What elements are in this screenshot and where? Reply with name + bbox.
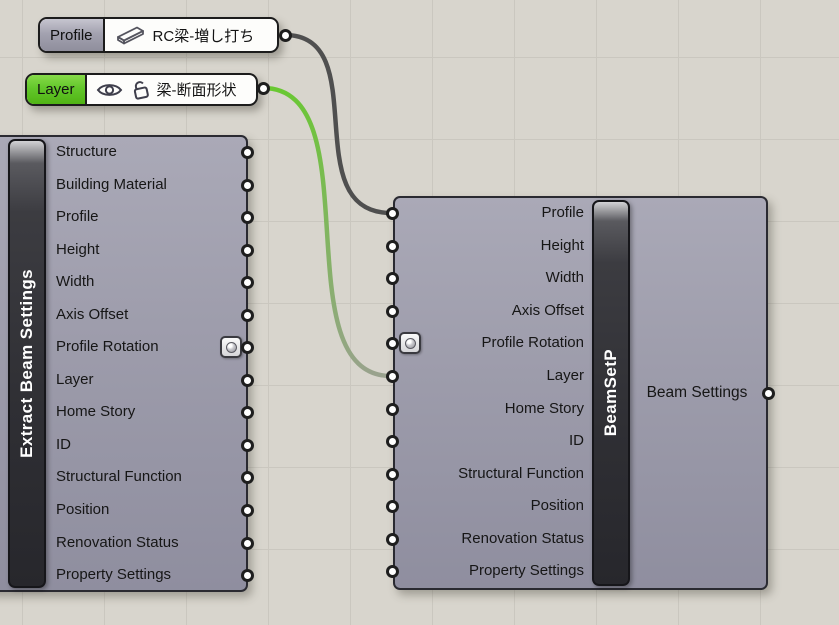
- beam-profile-icon: [116, 26, 144, 45]
- input-port-label: Height: [540, 237, 584, 254]
- param-layer-output-nub[interactable]: [257, 82, 270, 95]
- component-name: Extract Beam Settings: [17, 269, 36, 458]
- input-port-label: Property Settings: [468, 562, 584, 579]
- param-profile-body[interactable]: RC梁-増し打ち: [105, 19, 264, 51]
- output-port-label: Renovation Status: [56, 534, 179, 551]
- output-port-label: Axis Offset: [56, 306, 129, 323]
- input-nub[interactable]: [386, 435, 399, 448]
- component-name: BeamSetP: [601, 349, 620, 437]
- input-port-label: Width: [545, 269, 584, 286]
- component-extract-beam-settings-namebar[interactable]: Extract Beam Settings: [8, 139, 46, 588]
- output-nub[interactable]: [241, 471, 254, 484]
- input-port-label: Renovation Status: [461, 530, 584, 547]
- output-port-label: Position: [56, 501, 110, 518]
- input-port-label: Structural Function: [458, 465, 584, 482]
- unit-dot-icon: [404, 337, 416, 349]
- profile-rotation-unit-button[interactable]: [220, 336, 242, 358]
- profile-wire[interactable]: [282, 32, 394, 216]
- output-nub[interactable]: [241, 341, 254, 354]
- unlock-icon: [133, 81, 149, 100]
- input-port-label: ID: [569, 432, 584, 449]
- param-profile-label[interactable]: Profile: [40, 19, 105, 51]
- param-profile-output-nub[interactable]: [279, 29, 292, 42]
- input-nub[interactable]: [386, 533, 399, 546]
- profile-rotation-unit-button[interactable]: [399, 332, 421, 354]
- output-port-label: Beam Settings: [646, 384, 748, 401]
- output-nub[interactable]: [241, 276, 254, 289]
- output-nub[interactable]: [241, 569, 254, 582]
- output-port-label: Structural Function: [56, 468, 182, 485]
- input-nub[interactable]: [386, 305, 399, 318]
- output-nub[interactable]: [241, 504, 254, 517]
- input-nub[interactable]: [386, 370, 399, 383]
- param-profile[interactable]: Profile RC梁-増し打ち: [38, 17, 279, 53]
- param-profile-value: RC梁-増し打ち: [152, 27, 255, 45]
- input-port-label: Profile Rotation: [481, 334, 584, 351]
- output-port-label: Structure: [56, 143, 117, 160]
- output-port-label: Height: [56, 241, 100, 258]
- output-nub[interactable]: [241, 439, 254, 452]
- input-nub[interactable]: [386, 500, 399, 513]
- output-port-label: Width: [56, 273, 95, 290]
- output-nub[interactable]: [241, 211, 254, 224]
- input-nub[interactable]: [386, 207, 399, 220]
- input-nub[interactable]: [386, 337, 399, 350]
- component-beamsetp-namebar[interactable]: BeamSetP: [592, 200, 630, 586]
- output-port-label: Home Story: [56, 403, 136, 420]
- input-port-label: Axis Offset: [511, 302, 584, 319]
- input-port-label: Profile: [541, 204, 584, 221]
- input-port-label: Layer: [546, 367, 584, 384]
- unit-dot-icon: [225, 341, 237, 353]
- output-nub[interactable]: [241, 309, 254, 322]
- param-layer[interactable]: Layer 梁-断面形状: [25, 73, 258, 106]
- output-nub[interactable]: [241, 146, 254, 159]
- input-nub[interactable]: [386, 240, 399, 253]
- output-nub[interactable]: [762, 387, 775, 400]
- grasshopper-canvas[interactable]: Profile RC梁-増し打ち Layer 梁-断面形状 Extract Be…: [0, 0, 839, 625]
- param-layer-label[interactable]: Layer: [27, 75, 87, 104]
- output-nub[interactable]: [241, 406, 254, 419]
- layer-wire[interactable]: [260, 85, 394, 379]
- input-port-label: Home Story: [504, 400, 584, 417]
- output-port-label: Building Material: [56, 176, 167, 193]
- output-port-label: ID: [56, 436, 71, 453]
- input-nub[interactable]: [386, 468, 399, 481]
- input-port-label: Position: [530, 497, 584, 514]
- output-port-label: Profile: [56, 208, 99, 225]
- param-layer-value: 梁-断面形状: [156, 82, 237, 99]
- input-nub[interactable]: [386, 403, 399, 416]
- input-nub[interactable]: [386, 272, 399, 285]
- output-nub[interactable]: [241, 179, 254, 192]
- output-port-label: Property Settings: [56, 566, 172, 583]
- input-nub[interactable]: [386, 565, 399, 578]
- output-port-label: Layer: [56, 371, 94, 388]
- output-nub[interactable]: [241, 374, 254, 387]
- eye-icon: [96, 83, 122, 96]
- param-layer-body[interactable]: 梁-断面形状: [87, 75, 246, 104]
- output-port-label: Profile Rotation: [56, 338, 159, 355]
- output-nub[interactable]: [241, 537, 254, 550]
- output-nub[interactable]: [241, 244, 254, 257]
